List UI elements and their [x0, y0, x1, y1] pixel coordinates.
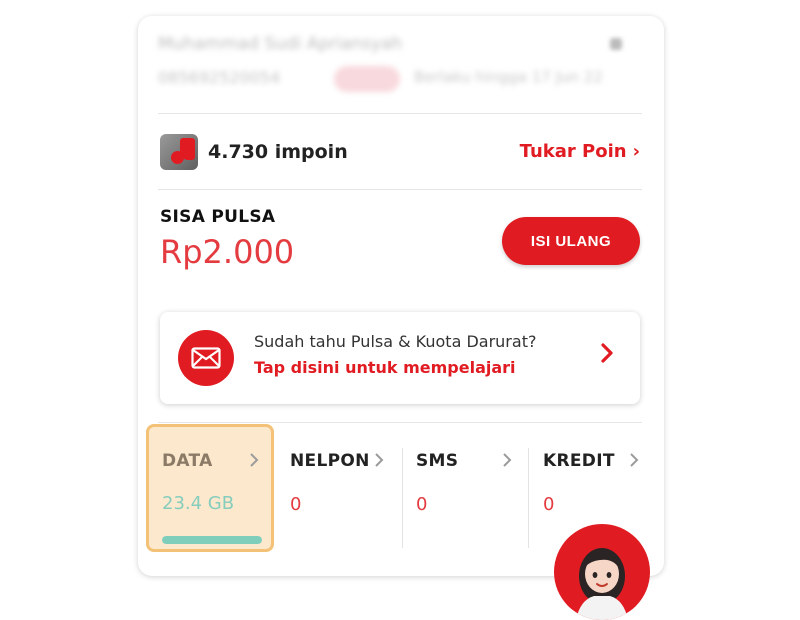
quota-value: 0	[290, 494, 302, 515]
chevron-right-icon	[374, 452, 384, 472]
chevron-right-icon	[502, 452, 512, 472]
account-card: Muhammad Sudi Apriansyah 085692520054 Be…	[138, 16, 664, 576]
data-usage-bar	[162, 536, 262, 544]
profile-name: Muhammad Sudi Apriansyah	[158, 34, 403, 54]
profile-validity: Berlaku hingga 17 Jun 22	[414, 68, 603, 86]
impoin-balance: 4.730 impoin	[208, 141, 348, 163]
quota-label: DATA	[162, 451, 213, 471]
profile-badge	[334, 66, 400, 92]
chevron-right-icon: ›	[632, 141, 640, 162]
quota-value: 23.4 GB	[162, 493, 235, 514]
quota-label: NELPON	[290, 451, 370, 471]
quota-data[interactable]: DATA 23.4 GB	[146, 424, 274, 552]
divider	[158, 422, 642, 423]
divider	[158, 113, 642, 114]
tukar-poin-link[interactable]: Tukar Poin ›	[520, 141, 640, 162]
profile-phone: 085692520054	[158, 68, 281, 87]
quota-value: 0	[416, 494, 428, 515]
data-usage-bar-fill	[162, 536, 262, 544]
isi-ulang-button[interactable]: ISI ULANG	[502, 217, 640, 265]
avatar-illustration-icon	[576, 548, 628, 620]
chevron-right-icon	[629, 452, 639, 472]
balance-value: Rp2.000	[160, 233, 295, 271]
emergency-info-banner[interactable]: Sudah tahu Pulsa & Kuota Darurat? Tap di…	[160, 312, 640, 404]
emergency-question: Sudah tahu Pulsa & Kuota Darurat?	[254, 332, 537, 351]
quota-sms[interactable]: SMS 0	[402, 424, 528, 564]
profile-menu-icon[interactable]	[610, 38, 622, 50]
tukar-poin-label: Tukar Poin	[519, 141, 627, 162]
chevron-right-icon	[249, 452, 259, 472]
emergency-link[interactable]: Tap disini untuk mempelajari	[254, 358, 516, 377]
quota-label: KREDIT	[543, 451, 615, 471]
envelope-icon	[178, 330, 234, 386]
balance-label: SISA PULSA	[160, 207, 276, 227]
impoin-logo-icon	[160, 134, 198, 170]
divider	[158, 189, 642, 190]
quota-label: SMS	[416, 451, 459, 471]
chevron-right-icon	[600, 342, 614, 368]
quota-value: 0	[543, 494, 555, 515]
assistant-avatar[interactable]	[554, 524, 650, 620]
quota-nelpon[interactable]: NELPON 0	[276, 424, 396, 564]
